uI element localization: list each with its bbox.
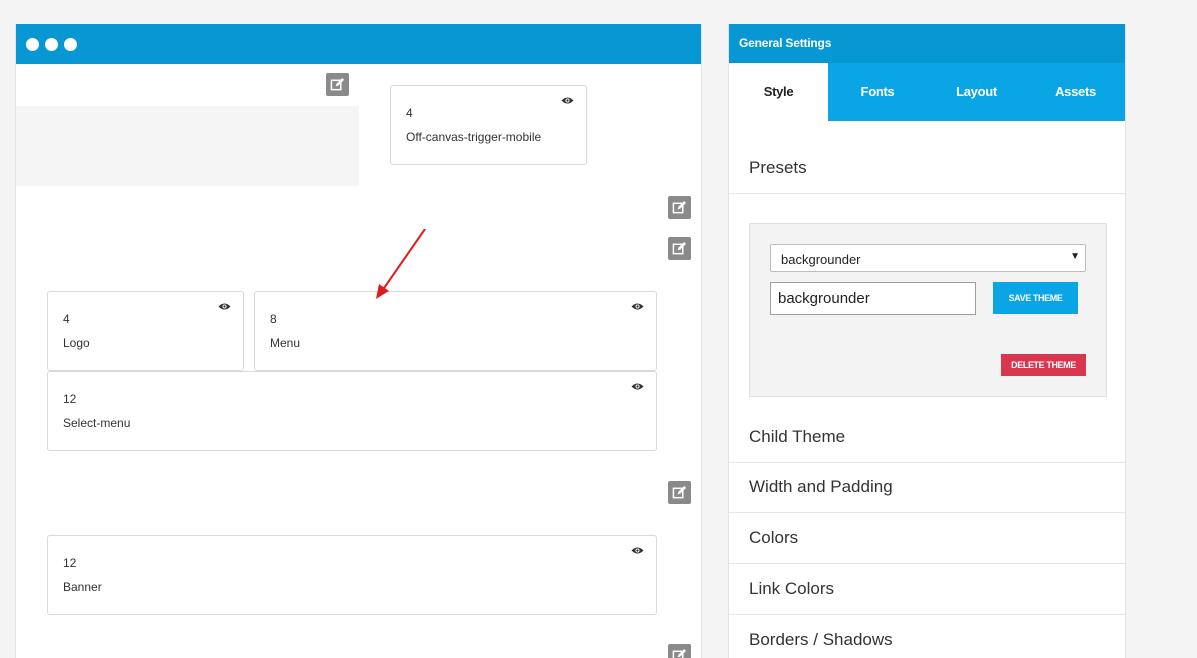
- settings-title: General Settings: [729, 24, 1125, 63]
- edit-icon: [330, 77, 345, 91]
- tab-layout[interactable]: Layout: [927, 63, 1026, 121]
- module-off-canvas-trigger[interactable]: 4 Off-canvas-trigger-mobile: [390, 85, 587, 165]
- layout-panel: 4 Off-canvas-trigger-mobile 4 Logo 8 Men…: [15, 24, 702, 658]
- eye-icon[interactable]: [561, 96, 574, 105]
- theme-select-value: backgrounder: [781, 252, 861, 267]
- theme-select[interactable]: backgrounder ▼: [770, 244, 1086, 272]
- edit-row-button[interactable]: [668, 481, 691, 504]
- section-link-colors[interactable]: Link Colors: [729, 565, 1125, 615]
- edit-icon: [672, 241, 687, 255]
- section-presets[interactable]: Presets: [729, 144, 1125, 194]
- window-dot-icon[interactable]: [64, 38, 77, 51]
- module-menu[interactable]: 8 Menu: [254, 291, 657, 371]
- window-dot-icon[interactable]: [26, 38, 39, 51]
- section-child-theme[interactable]: Child Theme: [729, 413, 1125, 463]
- edit-row-button[interactable]: [326, 73, 349, 96]
- eye-icon[interactable]: [631, 546, 644, 555]
- edit-icon: [672, 200, 687, 214]
- tab-assets[interactable]: Assets: [1026, 63, 1125, 121]
- tab-style[interactable]: Style: [729, 63, 828, 121]
- edit-icon: [672, 485, 687, 499]
- module-name: Banner: [63, 580, 102, 594]
- module-width: 12: [63, 392, 77, 406]
- section-label: Colors: [749, 528, 799, 547]
- window-dot-icon[interactable]: [45, 38, 58, 51]
- edit-icon: [672, 648, 687, 658]
- caret-down-icon: ▼: [1070, 251, 1080, 262]
- module-width: 12: [63, 556, 77, 570]
- empty-position-area: [16, 106, 359, 186]
- section-borders-shadows[interactable]: Borders / Shadows: [729, 616, 1125, 658]
- module-width: 8: [270, 312, 277, 326]
- tab-fonts[interactable]: Fonts: [828, 63, 927, 121]
- section-label: Borders / Shadows: [749, 630, 893, 649]
- eye-icon[interactable]: [631, 382, 644, 391]
- eye-icon[interactable]: [218, 302, 231, 311]
- section-label: Width and Padding: [749, 477, 893, 496]
- module-name: Select-menu: [63, 416, 131, 430]
- module-name: Menu: [270, 336, 301, 350]
- layout-titlebar: [16, 24, 701, 64]
- edit-row-button[interactable]: [668, 237, 691, 260]
- theme-name-input[interactable]: [770, 282, 976, 315]
- module-name: Off-canvas-trigger-mobile: [406, 130, 542, 144]
- section-label: Presets: [749, 158, 807, 177]
- module-logo[interactable]: 4 Logo: [47, 291, 244, 371]
- eye-icon[interactable]: [631, 302, 644, 311]
- presets-panel: backgrounder ▼ SAVE THEME DELETE THEME: [749, 223, 1107, 397]
- module-width: 4: [406, 106, 413, 120]
- section-label: Child Theme: [749, 427, 846, 446]
- save-theme-button[interactable]: SAVE THEME: [993, 282, 1078, 314]
- annotation-arrow: [376, 229, 426, 299]
- module-banner[interactable]: 12 Banner: [47, 535, 657, 615]
- module-name: Logo: [63, 336, 90, 350]
- general-settings-panel: General Settings Style Fonts Layout Asse…: [728, 24, 1126, 658]
- delete-theme-button[interactable]: DELETE THEME: [1001, 354, 1086, 376]
- module-select-menu[interactable]: 12 Select-menu: [47, 371, 657, 451]
- section-label: Link Colors: [749, 579, 835, 598]
- settings-tabs: Style Fonts Layout Assets: [729, 63, 1125, 121]
- edit-row-button[interactable]: [668, 644, 691, 658]
- edit-row-button[interactable]: [668, 196, 691, 219]
- section-colors[interactable]: Colors: [729, 514, 1125, 564]
- section-width-padding[interactable]: Width and Padding: [729, 463, 1125, 513]
- module-width: 4: [63, 312, 70, 326]
